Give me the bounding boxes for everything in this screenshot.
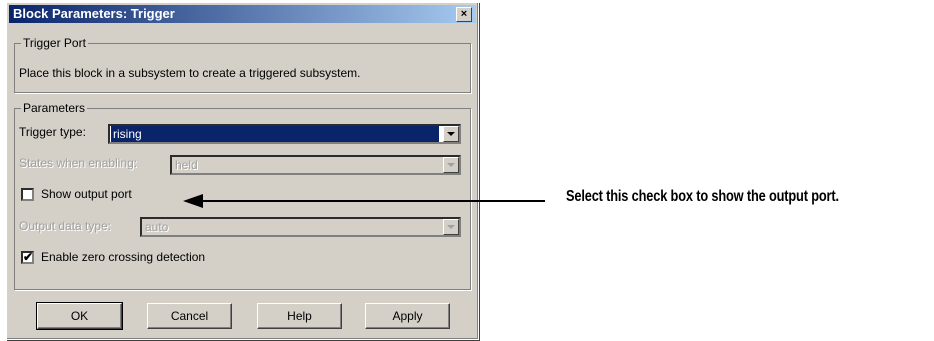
annotation-text: Select this check box to show the output…: [566, 188, 839, 205]
arrowhead-icon: [183, 194, 203, 208]
callout-arrow: [183, 194, 545, 208]
